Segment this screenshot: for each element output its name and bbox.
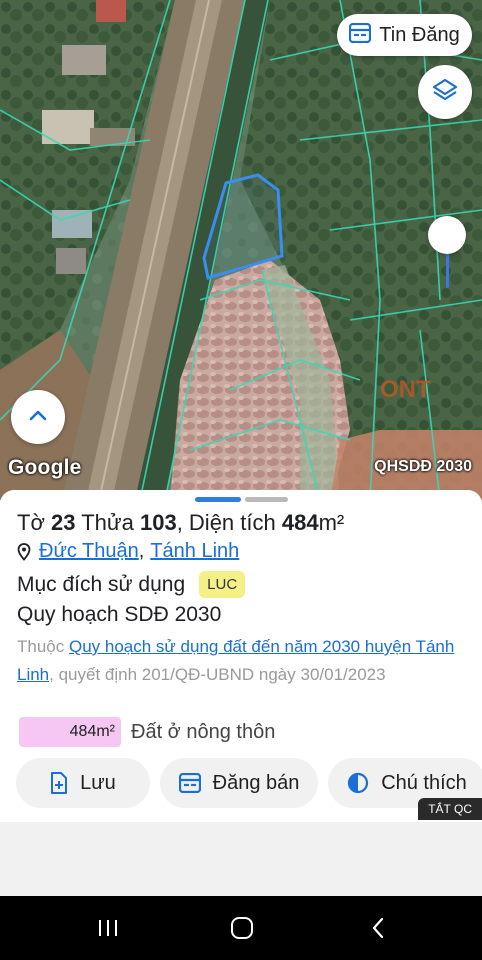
commune-link[interactable]: Đức Thuận	[39, 540, 139, 563]
publish-listing-button[interactable]: Tin Đăng	[337, 14, 472, 56]
back-button[interactable]	[358, 910, 398, 946]
google-logo: Google	[8, 456, 82, 479]
add-document-icon	[50, 772, 68, 794]
home-icon	[230, 916, 254, 940]
district-link[interactable]: Tánh Linh	[150, 540, 239, 563]
location-pin-icon	[17, 542, 31, 561]
parcel-location: Đức Thuận, Tánh Linh	[17, 540, 239, 563]
land-use-code-badge: LUC	[199, 571, 246, 598]
post-for-sale-label: Đăng bán	[212, 771, 300, 794]
satellite-map-imagery	[0, 0, 482, 500]
zone-code-label: ONT	[380, 376, 431, 403]
home-button[interactable]	[222, 910, 262, 946]
recent-apps-icon	[96, 918, 120, 938]
publish-listing-label: Tin Đăng	[379, 23, 460, 46]
save-label: Lưu	[80, 771, 116, 794]
land-type-area-row: 484m² Đất ở nông thôn	[19, 717, 275, 747]
action-bar: Lưu Đăng bán Chú thích	[16, 758, 482, 808]
land-use-purpose-row: Mục đích sử dụng LUC	[17, 571, 246, 598]
opacity-slider-knob[interactable]	[428, 216, 466, 254]
layers-button[interactable]	[418, 65, 472, 119]
parcel-info-sheet: Tờ 23 Thửa 103, Diện tích 484m² Đức Thuậ…	[0, 490, 482, 822]
system-navigation-bar	[0, 896, 482, 960]
turn-off-ads-button[interactable]: TẮT QC	[418, 798, 482, 820]
land-type-label: Đất ở nông thôn	[131, 720, 276, 743]
listing-icon	[178, 773, 201, 793]
parcel-title: Tờ 23 Thửa 103, Diện tích 484m²	[17, 510, 345, 535]
expand-sheet-button[interactable]	[11, 390, 65, 444]
planning-title: Quy hoạch SDĐ 2030	[17, 603, 222, 626]
save-button[interactable]: Lưu	[16, 758, 150, 808]
land-use-purpose-label: Mục đích sử dụng	[17, 572, 186, 596]
back-chevron-icon	[370, 916, 386, 940]
sheet-page-indicator-inactive[interactable]	[245, 497, 288, 502]
land-type-area-chip: 484m²	[19, 717, 121, 747]
map-view[interactable]: ONT Tin Đăng Google QHSDĐ 2030	[0, 0, 482, 500]
sheet-page-indicator-active[interactable]	[195, 497, 241, 502]
recent-apps-button[interactable]	[88, 910, 128, 946]
planning-layer-tag: QHSDĐ 2030	[374, 458, 472, 475]
contrast-icon	[347, 772, 369, 794]
listing-icon	[349, 22, 372, 48]
ad-placeholder-area	[0, 822, 482, 896]
chevron-up-icon	[28, 408, 48, 427]
legend-label: Chú thích	[381, 771, 467, 794]
screen: ONT Tin Đăng Google QHSDĐ 2030 Tờ 23 Thử…	[0, 0, 482, 960]
planning-description: Thuộc Quy hoạch sử dụng đất đến năm 2030…	[17, 637, 455, 684]
post-for-sale-button[interactable]: Đăng bán	[160, 758, 318, 808]
layers-icon	[432, 77, 458, 108]
